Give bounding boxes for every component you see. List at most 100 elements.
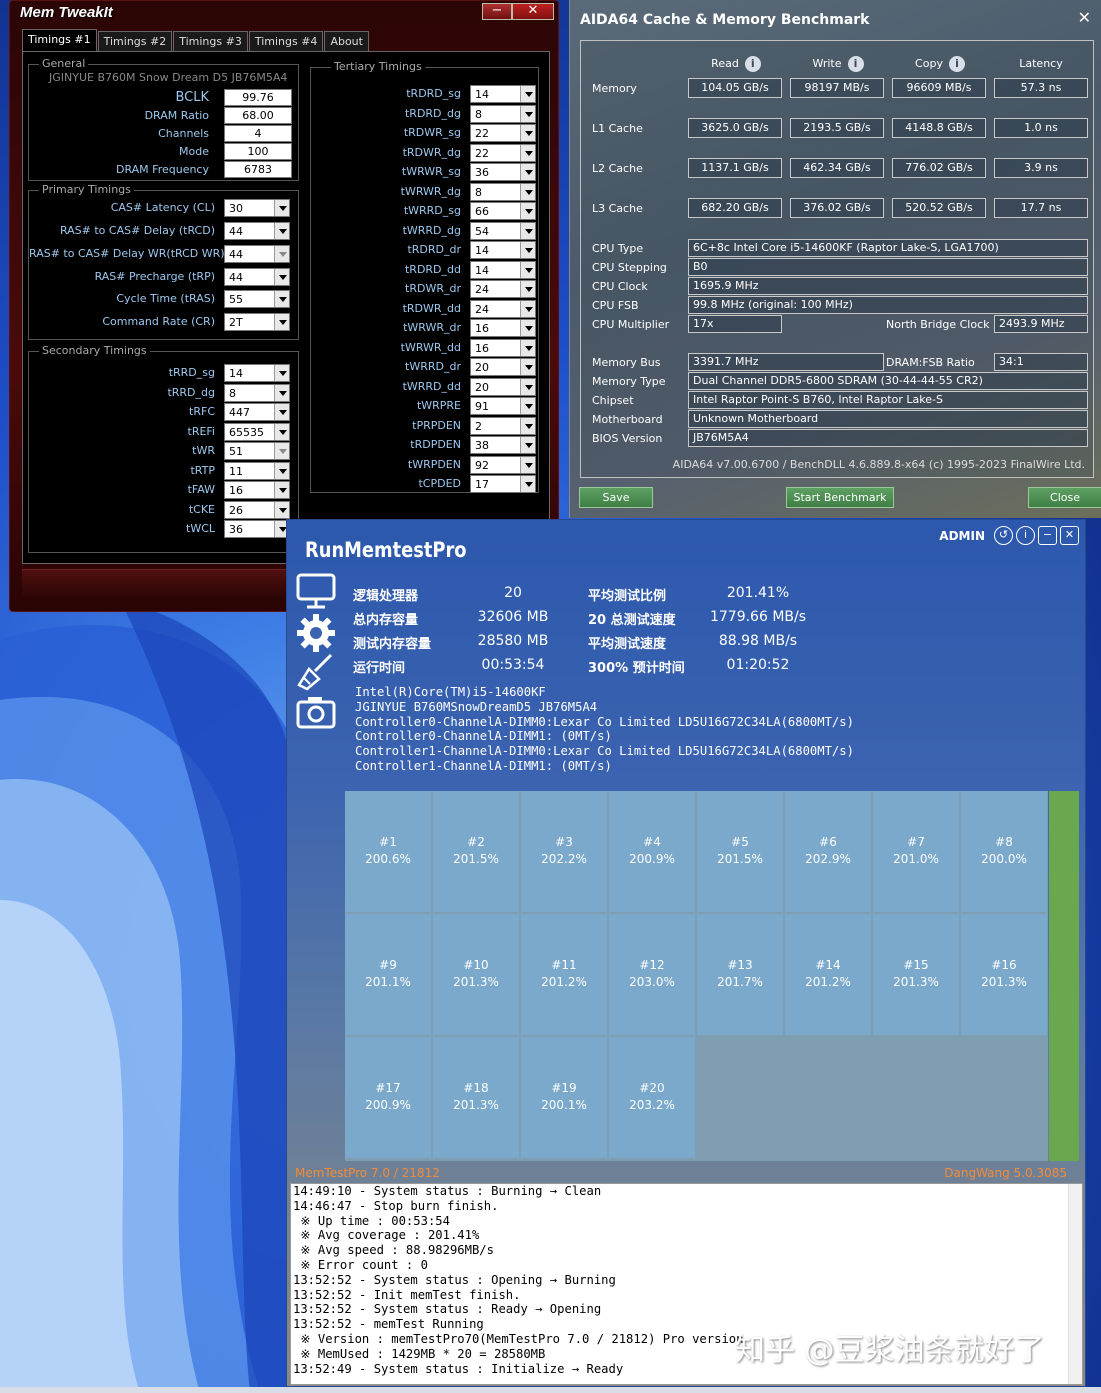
trcd-wr-dropdown[interactable]: 44: [224, 245, 290, 263]
trdrd-dg-dropdown[interactable]: 8: [470, 104, 536, 123]
tab-timings-2[interactable]: Timings #2: [97, 31, 173, 51]
chevron-down-icon: [520, 320, 535, 336]
twrrd-dg-dropdown[interactable]: 54: [470, 221, 536, 240]
general-group-title: General: [39, 57, 89, 70]
twr-dropdown[interactable]: 51: [224, 442, 290, 460]
tab-timings-3[interactable]: Timings #3: [173, 31, 248, 51]
trdpden-dropdown[interactable]: 38: [470, 436, 536, 454]
twrwr-sg-dropdown[interactable]: 36: [470, 163, 536, 181]
tab-about[interactable]: About: [324, 31, 369, 51]
tprpden-dropdown[interactable]: 2: [470, 416, 536, 435]
info-icon[interactable]: i: [847, 56, 864, 72]
trp-value: 44: [229, 271, 243, 284]
close-icon[interactable]: ✕: [1078, 8, 1091, 27]
thread-coverage: 200.9%: [365, 1098, 411, 1112]
thread-cell: #18 201.3%: [433, 1037, 519, 1158]
cl-dropdown[interactable]: 30: [224, 199, 290, 217]
twrrd-dg-value: 54: [475, 224, 489, 238]
trfc-dropdown[interactable]: 447: [224, 403, 290, 421]
info-icon[interactable]: i: [948, 56, 965, 72]
minimize-button[interactable]: −: [482, 3, 512, 20]
chevron-down-icon: [520, 144, 535, 161]
trdwr-sg-dropdown[interactable]: 22: [470, 124, 536, 142]
stat-right-value-0: 201.41%: [726, 585, 790, 601]
broom-icon[interactable]: [295, 652, 337, 692]
stat-left-label-3: 运行时间: [353, 661, 406, 676]
twrpre-value: 91: [475, 400, 489, 413]
twrrd-dr-dropdown[interactable]: 20: [470, 358, 536, 376]
cpu-clock-field: 1695.9 MHz: [688, 277, 1088, 295]
chevron-down-icon: [274, 443, 289, 459]
thread-cell: #16 201.3%: [961, 914, 1047, 1035]
camera-icon[interactable]: [295, 694, 337, 730]
trrd-sg-dropdown[interactable]: 14: [224, 364, 290, 382]
stat-left-label-2: 测试内存容量: [353, 637, 432, 652]
tfaw-dropdown[interactable]: 16: [224, 481, 290, 499]
monitor-icon[interactable]: [295, 572, 337, 612]
close-icon[interactable]: ✕: [1060, 526, 1079, 545]
thread-coverage: 203.2%: [629, 1098, 675, 1112]
trp-dropdown[interactable]: 44: [224, 268, 290, 286]
trdrd-sg-dropdown[interactable]: 14: [470, 85, 536, 103]
twrrd-dd-value: 20: [475, 380, 489, 394]
thread-id: #16: [991, 958, 1017, 972]
trdwr-dg-dropdown[interactable]: 22: [470, 143, 536, 162]
gear-icon[interactable]: [295, 612, 337, 654]
trdwr-dr-dropdown[interactable]: 24: [470, 280, 536, 298]
memory-copy-value: 96609 MB/s: [892, 78, 986, 98]
log-scrollbar[interactable]: [1068, 1184, 1082, 1384]
trrd-dg-dropdown[interactable]: 8: [224, 383, 290, 402]
trcd-dropdown[interactable]: 44: [224, 222, 290, 240]
runmemtestpro-title: RunMemtestPro: [305, 538, 467, 562]
tfaw-value: 16: [229, 484, 243, 497]
tab-timings-4[interactable]: Timings #4: [248, 31, 324, 51]
trdpden-label: tRDPDEN: [410, 438, 461, 451]
cr-dropdown[interactable]: 2T: [224, 313, 290, 331]
trdrd-dg-label: tRDRD_dg: [404, 106, 461, 120]
trdwr-dg-value: 22: [475, 146, 489, 160]
chevron-down-icon: [274, 384, 289, 401]
tcke-dropdown[interactable]: 26: [224, 500, 290, 519]
cpu-multiplier-label: CPU Multiplier: [592, 318, 670, 331]
thread-cell: #6 202.9%: [785, 791, 871, 912]
twrwr-dr-dropdown[interactable]: 16: [470, 319, 536, 337]
start-benchmark-button[interactable]: Start Benchmark: [786, 487, 894, 508]
trtp-dropdown[interactable]: 11: [224, 461, 290, 480]
memtweakit-titlebar[interactable]: Mem TweakIt − ✕: [10, 1, 558, 27]
minimize-icon[interactable]: −: [1038, 526, 1057, 545]
thread-coverage: 201.2%: [805, 975, 851, 989]
tras-dropdown[interactable]: 55: [224, 290, 290, 308]
twrrd-sg-dropdown[interactable]: 66: [470, 202, 536, 220]
dram-fsb-ratio-label: DRAM:FSB Ratio: [886, 356, 975, 369]
twrwr-dg-dropdown[interactable]: 8: [470, 182, 536, 201]
trdwr-dd-dropdown[interactable]: 24: [470, 299, 536, 318]
tcpded-value: 17: [475, 478, 489, 491]
stat-right-label-1: 20 总测试速度: [588, 613, 676, 628]
twrpre-dropdown[interactable]: 91: [470, 397, 536, 415]
close-button[interactable]: Close: [1028, 487, 1101, 508]
info-icon[interactable]: i: [1016, 526, 1035, 545]
info-icon[interactable]: i: [744, 56, 761, 72]
twcl-dropdown[interactable]: 36: [224, 520, 290, 538]
trdrd-dr-label: tRDRD_dr: [407, 243, 461, 256]
tab-timings-1[interactable]: Timings #1: [22, 29, 97, 51]
history-icon[interactable]: ↺: [994, 526, 1013, 545]
trefi-dropdown[interactable]: 65535: [224, 422, 290, 441]
twrrd-dd-dropdown[interactable]: 20: [470, 377, 536, 396]
twr-label: tWR: [192, 444, 215, 457]
cr-value: 2T: [229, 316, 243, 329]
taskbar-edge: [0, 1387, 1101, 1393]
tcpded-dropdown[interactable]: 17: [470, 475, 536, 493]
twcl-label: tWCL: [186, 522, 215, 535]
twrpden-dropdown[interactable]: 92: [470, 455, 536, 474]
save-button[interactable]: Save: [579, 487, 653, 508]
close-button[interactable]: ✕: [512, 3, 554, 20]
chevron-down-icon: [274, 462, 289, 479]
thread-id: #15: [903, 958, 929, 972]
trdrd-dd-dropdown[interactable]: 14: [470, 260, 536, 279]
twrwr-dd-dropdown[interactable]: 16: [470, 338, 536, 357]
cpu-type-field: 6C+8c Intel Core i5-14600KF (Raptor Lake…: [688, 239, 1088, 257]
thread-coverage: 201.2%: [541, 975, 587, 989]
trdrd-dr-dropdown[interactable]: 14: [470, 241, 536, 259]
cpu-fsb-field: 99.8 MHz (original: 100 MHz): [688, 296, 1088, 314]
